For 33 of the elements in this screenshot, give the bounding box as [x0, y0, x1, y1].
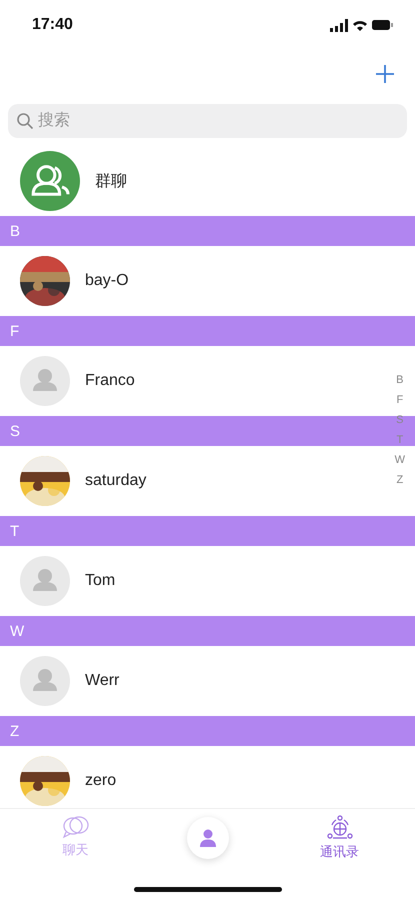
section-letter: Z — [10, 722, 20, 740]
signal-icon — [330, 18, 348, 32]
section-letter: B — [10, 222, 20, 240]
contact-name: Werr — [85, 672, 120, 690]
index-letter[interactable]: B — [396, 374, 404, 386]
contact-name: Tom — [85, 572, 116, 590]
avatar-placeholder-icon — [20, 656, 70, 706]
search-icon — [16, 112, 34, 130]
contact-name: saturday — [85, 472, 146, 490]
index-letter[interactable]: Z — [396, 474, 404, 486]
index-letter[interactable]: W — [394, 454, 405, 466]
contact-name: Franco — [85, 372, 135, 390]
status-time: 17:40 — [32, 16, 73, 34]
globe-contacts-icon — [326, 815, 354, 841]
wifi-icon — [353, 20, 367, 30]
avatar-placeholder-icon — [20, 356, 70, 406]
add-icon[interactable] — [375, 64, 395, 84]
index-letter[interactable]: F — [396, 394, 404, 406]
search-field[interactable]: 搜索 — [8, 104, 407, 138]
tab[interactable]: 通讯录 — [300, 815, 380, 861]
avatar-placeholder-icon — [20, 556, 70, 606]
section-letter: S — [10, 422, 20, 440]
person-icon — [198, 828, 218, 848]
contact-name: 群聊 — [95, 172, 127, 192]
chat-bubbles-icon — [62, 815, 90, 839]
battery-icon — [372, 20, 393, 30]
section-letter: F — [10, 322, 20, 340]
contacts-center-button[interactable] — [186, 817, 228, 859]
group-avatar-icon — [20, 151, 80, 211]
section-letter: W — [10, 622, 24, 640]
contact-name: zero — [85, 772, 116, 790]
contact-name: bay-O — [85, 272, 129, 290]
section-letter: T — [10, 522, 20, 540]
